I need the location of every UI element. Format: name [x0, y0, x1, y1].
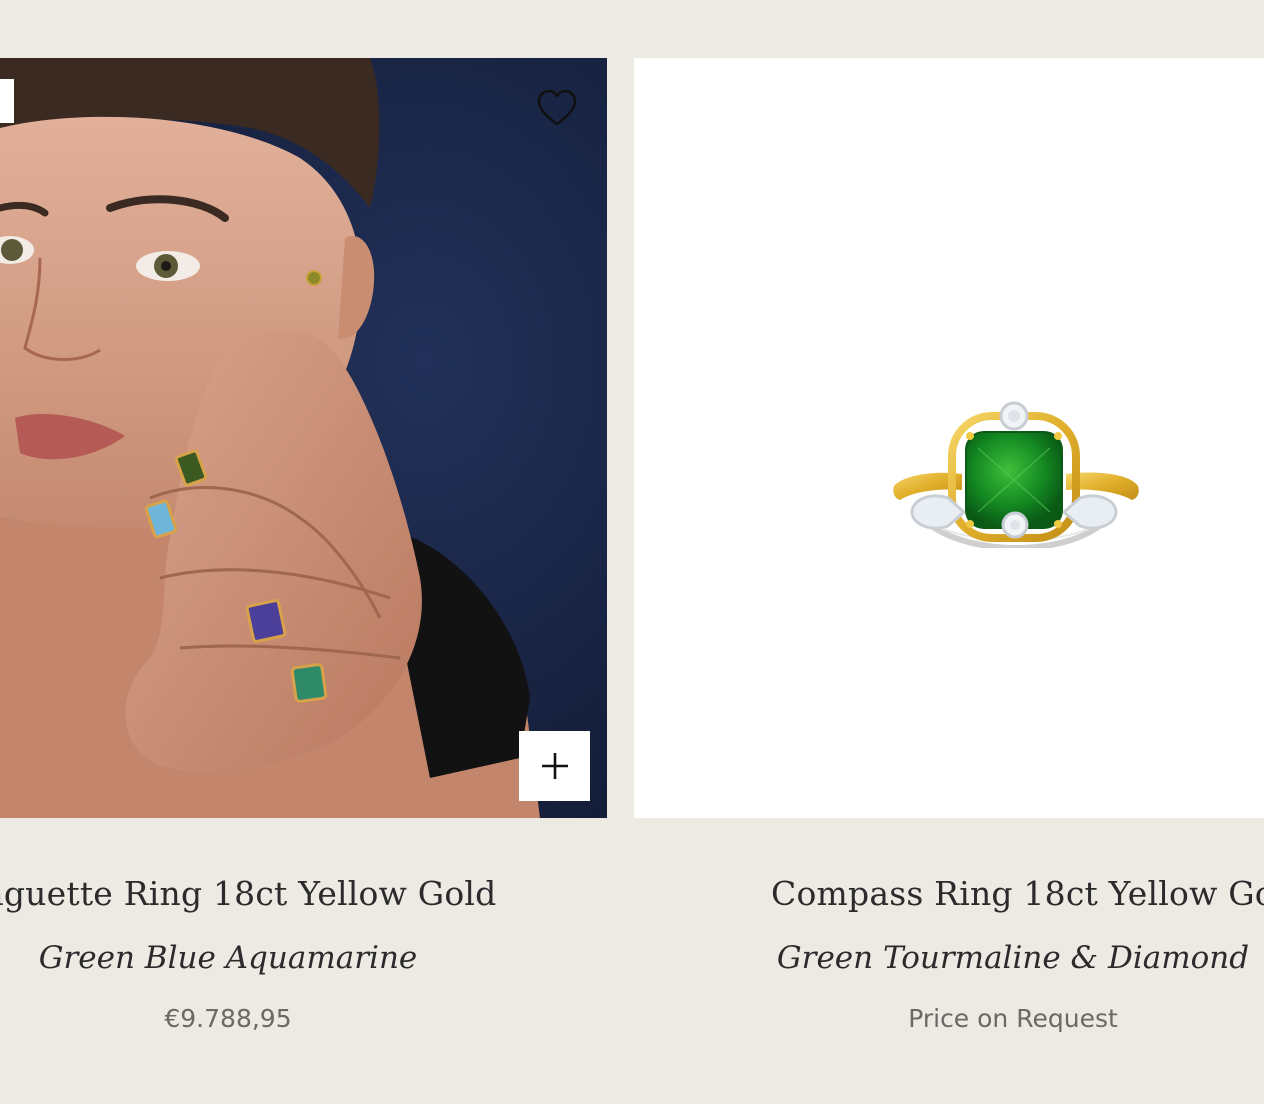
product-subtitle: Green Blue Aquamarine: [38, 940, 418, 976]
heart-icon: [537, 89, 577, 126]
product-info-compass-ring: Compass Ring 18ct Yellow Gold Green Tour…: [771, 870, 1264, 1036]
product-info-baguette-ring: Baguette Ring 18ct Yellow Gold Green Blu…: [0, 870, 496, 1036]
product-subtitle: Green Tourmaline & Diamond: [776, 940, 1250, 976]
product-price: Price on Request: [908, 1004, 1118, 1033]
wishlist-heart-icon[interactable]: [534, 86, 580, 130]
plus-icon: [541, 753, 568, 779]
product-grid: Baguette Ring 18ct Yellow Gold Green Blu…: [0, 0, 1264, 1104]
product-title[interactable]: Compass Ring 18ct Yellow Gold: [771, 870, 1264, 918]
product-price: €9.788,95: [164, 1004, 292, 1033]
product-title[interactable]: Baguette Ring 18ct Yellow Gold: [0, 870, 498, 918]
bottom-diamond: [1001, 511, 1029, 539]
product-photo-model-wearing-rings[interactable]: [0, 58, 607, 818]
product-card-baguette-ring[interactable]: [0, 58, 607, 818]
product-badge: [0, 79, 14, 123]
add-to-cart-button[interactable]: [519, 731, 590, 801]
product-card-compass-ring[interactable]: [634, 58, 1264, 818]
